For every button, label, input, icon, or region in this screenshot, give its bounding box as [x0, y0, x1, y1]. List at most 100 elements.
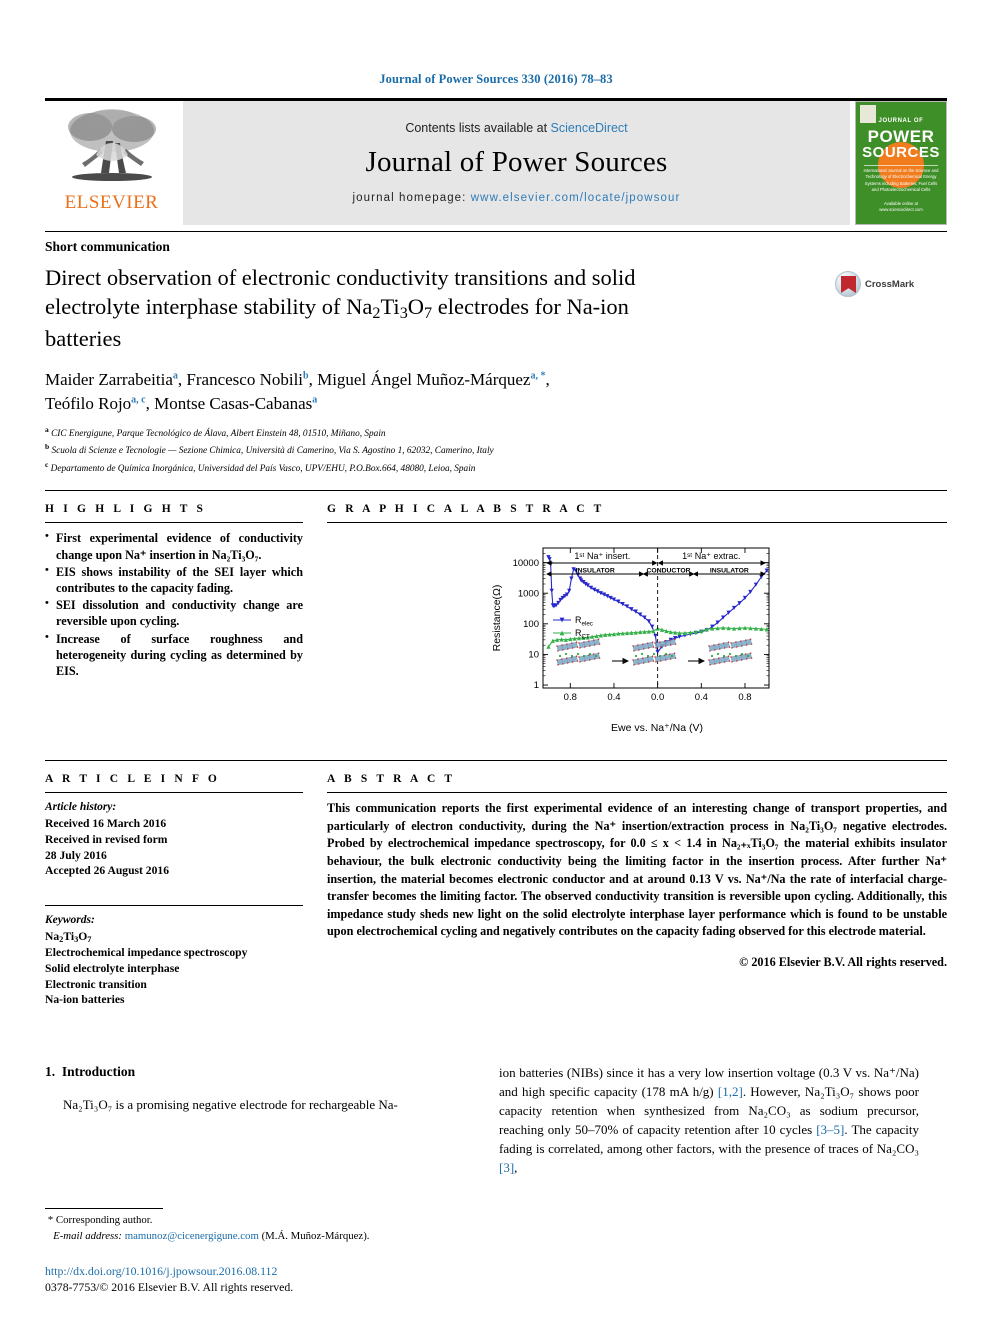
homepage-url[interactable]: www.elsevier.com/locate/jpowsour: [471, 192, 681, 204]
affiliation-mark: b: [45, 442, 50, 452]
crossmark-icon: [835, 271, 861, 297]
title-line-2c: O: [407, 294, 425, 320]
history-item: 28 July 2016: [45, 848, 107, 862]
homepage-line: journal homepage: www.elsevier.com/locat…: [353, 192, 681, 204]
homepage-prefix: journal homepage:: [352, 191, 471, 204]
section-title: Introduction: [61, 1064, 136, 1080]
crossmark-label: CrossMark: [865, 278, 915, 290]
author-name: Miguel Ángel Muñoz-Márquez: [317, 369, 531, 389]
affiliation-list: a CIC Energigune, Parque Tecnológico de …: [45, 424, 947, 477]
author-affil-mark: a: [312, 394, 318, 406]
affiliation-mark: c: [45, 459, 49, 469]
affiliation-item: b Scuola di Scienze e Tecnologie — Sezio…: [45, 441, 947, 459]
cover-divider: [864, 165, 938, 166]
highlights-graphical-row: H I G H L I G H T S First experimental e…: [45, 503, 947, 744]
svg-text:CONDUCTOR: CONDUCTOR: [647, 568, 691, 575]
graphical-abstract-column: G R A P H I C A L A B S T R A C T 1 10 100…: [327, 503, 947, 744]
article-info-rule: [45, 792, 303, 794]
para-text: ,: [514, 1160, 518, 1176]
svg-text:INSULATOR: INSULATOR: [576, 568, 615, 575]
title-line-3: batteries: [45, 326, 122, 352]
title-line-2a: electrolyte interphase stability of Na: [45, 294, 373, 320]
keyword-item: Na-ion batteries: [45, 993, 125, 1007]
keywords-label: Keywords:: [45, 914, 95, 927]
footnote-rule: [45, 1208, 163, 1210]
cover-footer: Available online at www.sciencedirect.co…: [879, 200, 923, 213]
svg-text:0.4: 0.4: [695, 692, 708, 703]
footer-block: http://dx.doi.org/10.1016/j.jpowsour.201…: [45, 1264, 545, 1295]
doi-link[interactable]: http://dx.doi.org/10.1016/j.jpowsour.201…: [45, 1264, 545, 1279]
elsevier-logo: ELSEVIER: [45, 101, 178, 225]
highlights-rule: [45, 522, 303, 524]
cover-top-line: JOURNAL OF: [878, 118, 924, 124]
history-item: Received in revised form: [45, 832, 168, 846]
list-item: EIS shows instability of the SEI layer w…: [45, 563, 303, 596]
author-name: Teófilo Rojo: [45, 393, 132, 413]
history-item: Received 16 March 2016: [45, 816, 167, 830]
cover-title-line2: SOURCES: [862, 144, 940, 161]
author-list: Maider Zarrabeitiaa, Francesco Nobilib, …: [45, 369, 550, 413]
author-name: Francesco Nobili: [186, 369, 304, 389]
keywords-rule: [45, 905, 303, 907]
author-affil-mark: a, *: [530, 369, 546, 381]
svg-text:1ˢᵗ Na⁺ extrac.: 1ˢᵗ Na⁺ extrac.: [682, 551, 740, 561]
highlights-heading: H I G H L I G H T S: [45, 503, 207, 516]
crossmark-badge[interactable]: CrossMark: [835, 271, 927, 297]
journal-title: Journal of Power Sources: [365, 145, 668, 178]
footnote-block: * Corresponding author. E-mail address: …: [45, 1208, 465, 1245]
svg-text:0.0: 0.0: [651, 692, 664, 703]
svg-text:INSULATOR: INSULATOR: [710, 568, 749, 575]
abstract-copyright: © 2016 Elsevier B.V. All rights reserved…: [739, 954, 947, 969]
sciencedirect-link[interactable]: ScienceDirect: [551, 121, 628, 135]
cover-subtitle: International Journal on the Science and…: [863, 168, 939, 192]
svg-text:10: 10: [528, 650, 539, 661]
intro-paragraph-right: ion batteries (NIBs) since it has a very…: [499, 1064, 919, 1178]
email-link[interactable]: mamunoz@cicenergigune.com: [125, 1230, 259, 1242]
affiliation-item: c Departamento de Química Inorgánica, Un…: [45, 459, 947, 477]
section-heading: 1. Introduction: [45, 1064, 465, 1080]
title-line-1: Direct observation of electronic conduct…: [45, 265, 636, 290]
graphical-abstract-chart: 1101001000100000.8 0.4 0.0 0.4 0.8 RelecRCT …: [491, 547, 770, 734]
title-row: Direct observation of electronic conduct…: [45, 259, 947, 354]
author-affil-mark: b: [303, 369, 309, 381]
abstract-heading: A B S T R A C T: [327, 773, 456, 786]
elsevier-tree-icon: [67, 109, 156, 181]
list-item: First experimental evidence of conductiv…: [45, 529, 303, 562]
svg-text:0.8: 0.8: [564, 692, 577, 703]
svg-text:1ˢᵗ Na⁺ insert.: 1ˢᵗ Na⁺ insert.: [574, 551, 630, 561]
title-line-2b: Ti: [380, 294, 400, 320]
email-label: E-mail address:: [53, 1230, 122, 1243]
abstract-text: This communication reports the first exp…: [327, 801, 947, 939]
journal-cover-thumbnail: JOURNAL OF POWER SOURCES International J…: [855, 101, 947, 225]
article-history: Article history: Received 16 March 2016 …: [45, 800, 303, 879]
author-affil-mark: a, c: [131, 394, 146, 406]
title-sub-3: 7: [424, 304, 433, 323]
list-item: SEI dissolution and conductivity change …: [45, 596, 303, 629]
citation-ref[interactable]: [1,2]: [718, 1084, 743, 1099]
keyword-item: Solid electrolyte interphase: [45, 961, 180, 975]
list-item: Increase of surface roughness and hetero…: [45, 630, 303, 680]
svg-text:0.8: 0.8: [738, 692, 751, 703]
elsevier-wordmark: ELSEVIER: [64, 192, 159, 213]
affiliation-item: a CIC Energigune, Parque Tecnológico de …: [45, 424, 947, 442]
chart-x-axis-title: Ewe vs. Na⁺/Na (V): [611, 722, 703, 734]
abstract-column: A B S T R A C T This communication repor…: [327, 773, 947, 1008]
journal-band: Contents lists available at ScienceDirec…: [183, 101, 850, 225]
highlights-band-top-rule: [45, 490, 947, 492]
graphical-abstract-rule: [327, 522, 947, 524]
citation-ref[interactable]: [3–5]: [816, 1122, 844, 1137]
title-line-2d: electrodes for Na-ion: [432, 294, 629, 320]
affiliation-mark: a: [45, 424, 49, 434]
svg-text:100: 100: [523, 619, 539, 630]
keyword-item: Electronic transition: [45, 977, 147, 991]
citation-ref[interactable]: [3]: [499, 1160, 514, 1175]
affiliation-text: CIC Energigune, Parque Tecnológico de Ál…: [51, 428, 386, 439]
body-column-left: 1. Introduction Na₂Ti₃O₇ is a promising …: [45, 1064, 465, 1178]
intro-paragraph-left: Na₂Ti₃O₇ is a promising negative electro…: [63, 1097, 398, 1113]
email-owner: (M.Á. Muñoz-Márquez).: [261, 1230, 370, 1243]
abstract-rule: [327, 792, 947, 794]
highlights-list: First experimental evidence of conductiv…: [45, 529, 303, 680]
masthead-bottom-rule: [45, 231, 947, 232]
issn-copyright: 0378-7753/© 2016 Elsevier B.V. All right…: [45, 1280, 294, 1294]
